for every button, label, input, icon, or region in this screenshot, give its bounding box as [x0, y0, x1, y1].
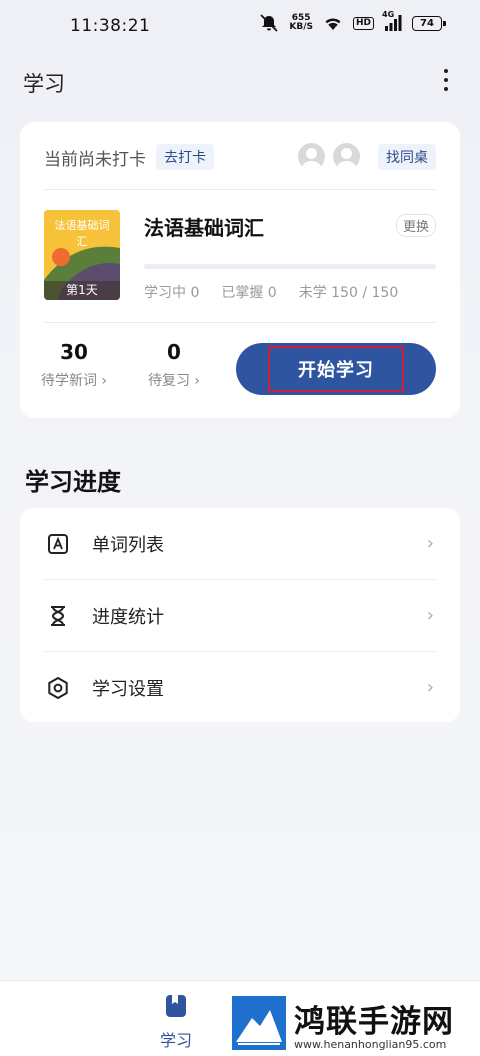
start-learning-label: 开始学习: [268, 346, 404, 392]
progress-menu: 单词列表 › 进度统计 › 学习设置 ›: [20, 508, 460, 722]
watermark-url: www.henanhonglian95.com: [294, 1038, 447, 1051]
divider: [44, 322, 436, 323]
divider: [44, 189, 436, 190]
battery-level: 74: [420, 17, 434, 29]
menu-item-progress-stats[interactable]: 进度统计 ›: [20, 580, 460, 651]
stat-unlearned: 未学 150 / 150: [298, 285, 399, 301]
avatar[interactable]: [298, 143, 325, 170]
menu-label: 学习设置: [92, 678, 164, 700]
status-bar: 11:38:21 655 KB/S HD 4G 74: [0, 0, 480, 52]
watermark-logo-icon: [232, 996, 286, 1050]
checkin-button[interactable]: 去打卡: [156, 144, 214, 170]
book-day-badge: 第1天: [44, 281, 120, 300]
new-words-count[interactable]: 30 待学新词 ›: [34, 340, 114, 390]
net-speed: 655 KB/S: [289, 14, 313, 32]
word-list-icon: [48, 533, 68, 554]
stat-learning: 学习中 0: [144, 285, 200, 301]
book-progress-bar: [144, 264, 436, 269]
review-count[interactable]: 0 待复习 ›: [134, 340, 214, 390]
book-icon: [166, 995, 186, 1017]
avatar[interactable]: [333, 143, 360, 170]
review-value: 0: [167, 340, 181, 364]
tab-study[interactable]: 学习: [150, 993, 202, 1051]
menu-item-study-settings[interactable]: 学习设置 ›: [20, 652, 460, 723]
menu-label: 单词列表: [92, 534, 164, 556]
checkin-row: 当前尚未打卡 去打卡 找同桌: [44, 142, 436, 172]
app-header: 学习: [0, 56, 480, 104]
chevron-right-icon: ›: [426, 605, 434, 626]
watermark-name: 鸿联手游网: [294, 1004, 454, 1040]
chevron-right-icon: ›: [426, 533, 434, 554]
change-book-button[interactable]: 更换: [395, 214, 436, 237]
book-cover[interactable]: 法语基础词汇 第1天: [44, 210, 120, 300]
hexagon-settings-icon: [48, 676, 68, 699]
new-words-label: 待学新词 ›: [40, 373, 108, 389]
mute-bell-icon: [259, 14, 279, 32]
stat-mastered: 已掌握 0: [221, 285, 277, 301]
section-title: 学习进度: [25, 468, 121, 496]
net-speed-unit: KB/S: [289, 22, 313, 32]
find-deskmate-button[interactable]: 找同桌: [378, 144, 436, 170]
deskmate-avatars: [298, 143, 360, 170]
study-card: 当前尚未打卡 去打卡 找同桌 法语基础词汇 第1天 法语基础词汇 更换 学习中 …: [20, 122, 460, 418]
status-time: 11:38:21: [70, 16, 151, 36]
review-label: 待复习 ›: [147, 373, 201, 389]
book-name: 法语基础词汇: [144, 216, 264, 240]
page-title: 学习: [23, 72, 65, 96]
wifi-icon: [323, 15, 343, 31]
book-stats: 学习中 0 已掌握 0 未学 150 / 150: [144, 282, 398, 302]
hd-badge: HD: [352, 16, 374, 30]
battery-indicator: 74: [412, 15, 446, 31]
hourglass-icon: [51, 605, 65, 626]
tab-study-label: 学习: [159, 1031, 192, 1050]
checkin-status: 当前尚未打卡: [44, 149, 146, 170]
new-words-value: 30: [60, 340, 88, 364]
menu-item-word-list[interactable]: 单词列表 ›: [20, 508, 460, 579]
chevron-right-icon: ›: [426, 677, 434, 698]
menu-label: 进度统计: [92, 606, 164, 628]
more-vertical-icon[interactable]: [440, 66, 452, 94]
start-learning-button[interactable]: 开始学习: [236, 343, 436, 395]
status-icons: 655 KB/S HD 4G 74: [259, 10, 446, 32]
watermark: 鸿联手游网 www.henanhonglian95.com: [232, 994, 476, 1052]
signal-label: 4G: [382, 10, 395, 19]
book-cover-title: 法语基础词汇: [54, 219, 110, 248]
signal-icon: 4G: [382, 10, 402, 31]
